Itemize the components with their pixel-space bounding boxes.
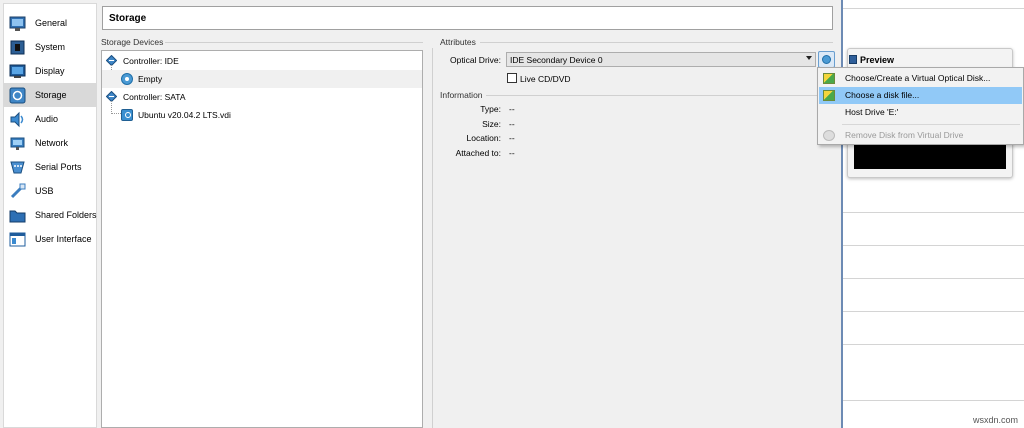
optical-drive-value: IDE Secondary Device 0 [510,55,603,65]
image-icon [823,73,835,84]
settings-nav: General System Display Storage Audio Net… [3,3,97,428]
image-icon [823,90,835,101]
nav-item-audio[interactable]: Audio [4,107,97,131]
tree-label: Empty [138,74,163,84]
menu-item-choose-disk-file[interactable]: Choose a disk file... [819,87,1022,104]
info-type-label: Type: [480,104,501,114]
folder-icon [9,210,26,222]
watermark-text: wsxdn.com [972,415,1018,425]
nav-label: USB [35,186,54,196]
nav-label: Audio [35,114,59,124]
optical-disc-icon [121,73,133,85]
info-attached-label: Attached to: [455,148,501,158]
remove-disc-icon [823,130,835,141]
nav-item-storage[interactable]: Storage [4,83,97,107]
bg-divider [843,8,1024,9]
nav-item-general[interactable]: General [4,11,97,35]
bg-divider [843,400,1024,401]
nav-label: Serial Ports [35,162,82,172]
menu-item-host-drive[interactable]: Host Drive 'E:' [819,104,1022,121]
nav-item-usb[interactable]: USB [4,179,97,203]
tree-item-ubuntu-vdi[interactable]: Ubuntu v20.04.2 LTS.vdi [102,106,422,124]
nav-label: Display [35,66,65,76]
bg-divider [843,278,1024,279]
tree-label: Controller: SATA [123,92,186,102]
nav-label: Shared Folders [35,210,97,220]
preview-title: Preview [860,55,895,65]
network-icon [10,137,25,150]
usb-icon [10,183,26,198]
serial-port-icon [10,161,25,173]
chip-icon [10,40,25,54]
menu-label: Choose a disk file... [845,90,920,100]
display-icon [9,64,26,78]
page-header: Storage [102,6,833,30]
info-attached-value: -- [509,148,515,158]
tree-item-controller-ide[interactable]: Controller: IDE [102,52,422,70]
live-cd-checkbox[interactable] [507,73,517,83]
choose-disk-button[interactable] [818,51,835,68]
storage-tree[interactable]: Controller: IDE Empty Controller: SATA U… [101,50,423,428]
bg-divider [843,311,1024,312]
menu-label: Remove Disk from Virtual Drive [845,130,964,140]
nav-item-display[interactable]: Display [4,59,97,83]
nav-item-user-interface[interactable]: User Interface [4,227,97,251]
optical-drive-select[interactable]: IDE Secondary Device 0 [506,52,816,67]
nav-label: User Interface [35,234,92,244]
page-title: Storage [109,13,147,24]
bg-divider [843,212,1024,213]
nav-label: System [35,42,66,52]
optical-disc-icon [822,55,831,64]
menu-label: Host Drive 'E:' [845,107,899,117]
monitor-icon [9,16,26,31]
information-title: Information [440,90,486,100]
preview-icon [849,55,857,64]
menu-separator [842,124,1020,125]
nav-item-system[interactable]: System [4,35,97,59]
attributes-title: Attributes [440,37,479,47]
window-icon [9,232,26,246]
info-size-label: Size: [482,119,501,129]
group-divider [480,42,833,43]
hard-disk-icon [121,109,133,121]
bg-divider [843,245,1024,246]
menu-item-choose-create-optical[interactable]: Choose/Create a Virtual Optical Disk... [819,70,1022,87]
storage-icon [9,87,26,103]
tree-label: Ubuntu v20.04.2 LTS.vdi [138,110,231,120]
nav-label: Network [35,138,69,148]
menu-label: Choose/Create a Virtual Optical Disk... [845,73,991,83]
settings-dialog: General System Display Storage Audio Net… [0,0,843,428]
storage-devices-title: Storage Devices [101,37,167,47]
speaker-icon [10,111,24,127]
nav-label: Storage [35,90,67,100]
optical-disk-menu: Choose/Create a Virtual Optical Disk... … [817,67,1024,145]
info-type-value: -- [509,104,515,114]
chevron-down-icon [806,56,812,60]
group-divider [486,95,833,96]
nav-label: General [35,18,68,28]
info-location-value: -- [509,133,515,143]
live-cd-label: Live CD/DVD [520,74,571,84]
tree-item-controller-sata[interactable]: Controller: SATA [102,88,422,106]
menu-item-remove-disk[interactable]: Remove Disk from Virtual Drive [819,127,1022,144]
bg-divider [843,344,1024,345]
preview-screen [854,143,1006,169]
group-divider [165,42,423,43]
nav-item-shared-folders[interactable]: Shared Folders [4,203,97,227]
tree-label: Controller: IDE [123,56,179,66]
info-location-label: Location: [466,133,502,143]
nav-item-serial-ports[interactable]: Serial Ports [4,155,97,179]
optical-drive-label: Optical Drive: [449,55,501,65]
tree-item-empty[interactable]: Empty [102,70,422,88]
info-size-value: -- [509,119,515,129]
nav-item-network[interactable]: Network [4,131,97,155]
